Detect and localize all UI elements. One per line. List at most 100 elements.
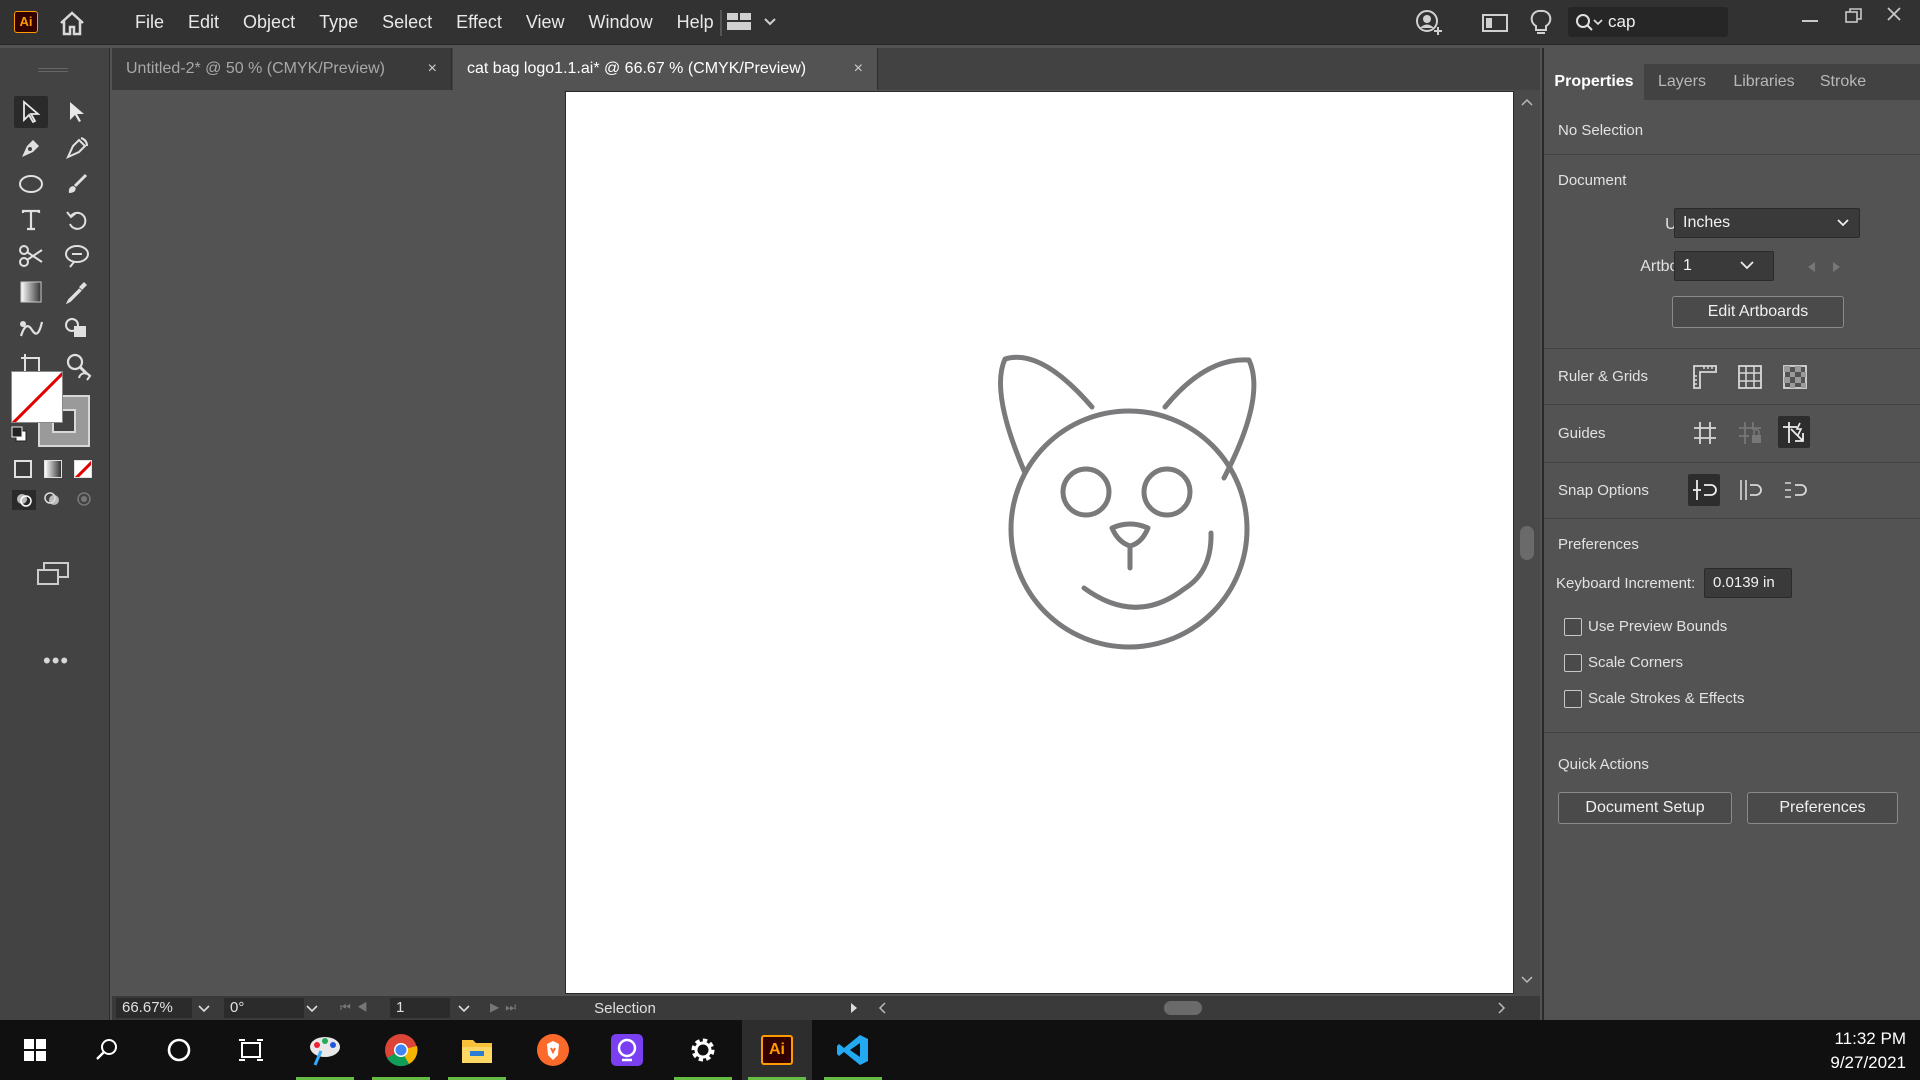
rotate-view-field[interactable]: 0°: [224, 998, 304, 1018]
document-setup-button[interactable]: Document Setup: [1558, 792, 1732, 824]
workspace-switcher-icon[interactable]: [727, 12, 777, 32]
change-screen-mode-icon[interactable]: [36, 562, 72, 586]
artboard-select[interactable]: 1: [1674, 251, 1774, 281]
taskbar-app-paint[interactable]: [290, 1020, 360, 1080]
color-mode-icon[interactable]: [14, 460, 32, 478]
menu-help[interactable]: Help: [665, 0, 726, 45]
shape-builder-tool-icon[interactable]: [60, 312, 94, 344]
menu-view[interactable]: View: [514, 0, 577, 45]
taskbar-app-settings[interactable]: [668, 1020, 738, 1080]
close-tab-icon[interactable]: ×: [428, 48, 437, 90]
previous-artboard-icon[interactable]: [1806, 261, 1816, 273]
snap-to-point-button[interactable]: [1688, 474, 1720, 506]
taskbar-app-chrome[interactable]: [366, 1020, 436, 1080]
tab-properties[interactable]: Properties: [1544, 64, 1644, 100]
tab-stroke[interactable]: Stroke: [1808, 64, 1878, 100]
keyboard-increment-input[interactable]: 0.0139 in: [1704, 568, 1792, 598]
tab-libraries[interactable]: Libraries: [1720, 64, 1808, 100]
menu-object[interactable]: Object: [231, 0, 307, 45]
close-tab-icon[interactable]: ×: [854, 48, 863, 90]
scale-corners-checkbox[interactable]: [1564, 654, 1582, 672]
close-window-button[interactable]: [1886, 6, 1902, 22]
ruler-icon[interactable]: [1692, 364, 1718, 390]
gradient-tool-icon[interactable]: [14, 276, 48, 308]
units-select[interactable]: Inches: [1674, 208, 1860, 238]
artboard-nav-next-last[interactable]: ▶⏭: [490, 1000, 522, 1015]
taskbar-app-file-explorer[interactable]: [442, 1020, 512, 1080]
system-clock[interactable]: 11:32 PM 9/27/2021: [1830, 1027, 1906, 1075]
rotation-dropdown-icon[interactable]: [306, 1005, 318, 1013]
preferences-button[interactable]: Preferences: [1747, 792, 1898, 824]
start-button[interactable]: [0, 1020, 70, 1080]
swap-fill-stroke-icon[interactable]: [76, 370, 94, 388]
taskbar-app-proton-vpn[interactable]: [592, 1020, 662, 1080]
lock-guides-icon[interactable]: [1737, 420, 1763, 446]
show-guides-icon[interactable]: [1692, 420, 1718, 446]
tab-cat-bag-logo[interactable]: cat bag logo1.1.ai* @ 66.67 % (CMYK/Prev…: [453, 48, 878, 90]
home-icon[interactable]: [58, 10, 86, 36]
none-mode-icon[interactable]: [74, 460, 92, 478]
use-preview-bounds-checkbox[interactable]: [1564, 618, 1582, 636]
zoom-dropdown-icon[interactable]: [198, 1005, 210, 1013]
taskbar-app-vscode[interactable]: [818, 1020, 888, 1080]
menu-effect[interactable]: Effect: [444, 0, 514, 45]
cat-logo-artwork[interactable]: [566, 92, 1515, 995]
puppet-warp-tool-icon[interactable]: [60, 240, 94, 272]
scroll-left-icon[interactable]: [878, 1002, 886, 1014]
smart-guides-button[interactable]: [1778, 416, 1810, 448]
taskbar-app-brave[interactable]: [518, 1020, 588, 1080]
next-artboard-icon[interactable]: [1832, 261, 1842, 273]
menu-file[interactable]: File: [123, 0, 176, 45]
horizontal-scroll-thumb[interactable]: [1164, 1001, 1202, 1015]
artboard-chevron-down-icon[interactable]: [1740, 261, 1754, 270]
transparency-grid-icon[interactable]: [1782, 364, 1808, 390]
toolbar-grip[interactable]: [38, 68, 68, 72]
restore-button[interactable]: [1845, 8, 1863, 24]
tab-layers[interactable]: Layers: [1644, 64, 1720, 100]
vertical-scroll-thumb[interactable]: [1520, 526, 1534, 560]
pen-tool-icon[interactable]: [14, 132, 48, 164]
direct-selection-tool-icon[interactable]: [60, 96, 94, 128]
draw-behind-icon[interactable]: [44, 492, 60, 506]
zoom-level-field[interactable]: 66.67%: [116, 998, 192, 1018]
curvature-tool-icon[interactable]: [60, 132, 94, 164]
arrange-documents-icon[interactable]: [1482, 12, 1508, 34]
search-taskbar-button[interactable]: [72, 1020, 142, 1080]
fill-swatch[interactable]: [11, 371, 63, 423]
artboard-nav-first-prev[interactable]: ⏮◀: [340, 1000, 374, 1015]
status-menu-arrow-icon[interactable]: [850, 1002, 858, 1014]
task-view-button[interactable]: [216, 1020, 286, 1080]
default-fill-stroke-icon[interactable]: [11, 426, 27, 442]
snap-to-pixel-icon[interactable]: [1737, 477, 1763, 503]
blend-tool-icon[interactable]: [14, 312, 48, 344]
edit-toolbar-more-icon[interactable]: •••: [43, 648, 69, 674]
share-user-icon[interactable]: [1414, 9, 1444, 37]
minimize-button[interactable]: [1802, 20, 1818, 22]
draw-inside-icon[interactable]: [76, 492, 92, 506]
type-tool-icon[interactable]: [14, 204, 48, 236]
vertical-scrollbar[interactable]: [1514, 90, 1540, 996]
artboard-dropdown-icon[interactable]: [458, 1005, 470, 1013]
artboard-number-field[interactable]: 1: [390, 998, 450, 1018]
scale-strokes-effects-checkbox[interactable]: [1564, 690, 1582, 708]
tab-untitled-2[interactable]: Untitled-2* @ 50 % (CMYK/Preview) ×: [112, 48, 452, 90]
menu-window[interactable]: Window: [577, 0, 665, 45]
grid-icon[interactable]: [1737, 364, 1763, 390]
cortana-button[interactable]: [144, 1020, 214, 1080]
menu-type[interactable]: Type: [307, 0, 370, 45]
rotate-tool-icon[interactable]: [60, 204, 94, 236]
artboard[interactable]: [565, 91, 1514, 994]
draw-normal-icon[interactable]: [12, 490, 36, 510]
menu-edit[interactable]: Edit: [176, 0, 231, 45]
snap-to-glyph-icon[interactable]: [1782, 477, 1808, 503]
menu-select[interactable]: Select: [370, 0, 444, 45]
scissors-tool-icon[interactable]: [14, 240, 48, 272]
taskbar-app-illustrator[interactable]: Ai: [742, 1020, 812, 1080]
scroll-right-icon[interactable]: [1498, 1002, 1506, 1014]
gradient-mode-icon[interactable]: [44, 460, 62, 478]
discover-lightbulb-icon[interactable]: [1530, 9, 1552, 37]
edit-artboards-button[interactable]: Edit Artboards: [1672, 296, 1844, 328]
ellipse-tool-icon[interactable]: [14, 168, 48, 200]
selection-tool-icon[interactable]: [14, 96, 48, 128]
eyedropper-tool-icon[interactable]: [60, 276, 94, 308]
